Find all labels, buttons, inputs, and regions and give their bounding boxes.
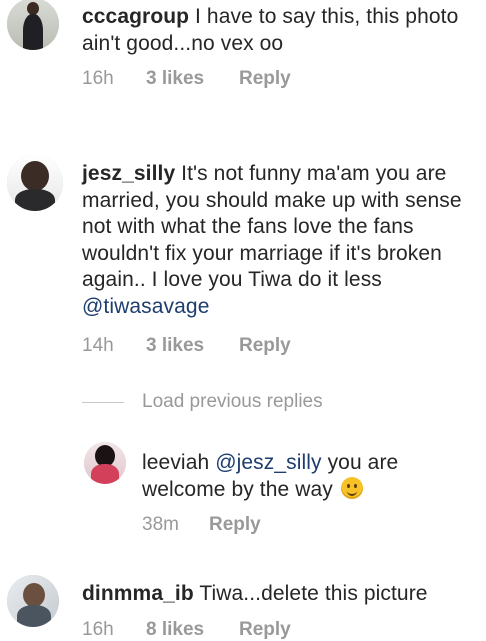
- comment-username[interactable]: cccagroup: [82, 5, 189, 28]
- comment-meta: 14h 3 likes Reply: [82, 335, 291, 357]
- avatar[interactable]: [84, 442, 126, 484]
- slightly-smiling-face-icon: [340, 476, 363, 499]
- reply-button[interactable]: Reply: [239, 68, 291, 90]
- mention-link[interactable]: @jesz_silly: [215, 451, 321, 474]
- likes-count[interactable]: 3 likes: [146, 68, 239, 90]
- likes-count[interactable]: 8 likes: [146, 619, 239, 641]
- mention-link[interactable]: @tiwasavage: [82, 295, 209, 318]
- comment-username[interactable]: dinmma_ib: [82, 582, 194, 605]
- avatar[interactable]: [7, 0, 59, 50]
- reply-button[interactable]: Reply: [209, 514, 261, 536]
- reply-meta: 38m Reply: [142, 514, 261, 536]
- reply-button[interactable]: Reply: [239, 619, 291, 641]
- avatar[interactable]: [7, 575, 59, 627]
- comment-text: jesz_silly It's not funny ma'am you are …: [82, 161, 478, 320]
- reply-text: leeviah @jesz_silly you are welcome by t…: [142, 450, 462, 503]
- load-previous-replies-button[interactable]: Load previous replies: [142, 391, 323, 413]
- comment-body: Tiwa...delete this picture: [199, 582, 428, 605]
- comment-text: dinmma_ib Tiwa...delete this picture: [82, 581, 478, 608]
- comment-meta: 16h 3 likes Reply: [82, 68, 291, 90]
- avatar[interactable]: [7, 155, 63, 211]
- comment-text: cccagroup I have to say this, this photo…: [82, 4, 472, 57]
- load-previous-divider: [82, 402, 124, 403]
- comment-time: 16h: [82, 68, 114, 89]
- comment-time: 16h: [82, 619, 114, 640]
- reply-username[interactable]: leeviah: [142, 451, 209, 474]
- likes-count[interactable]: 3 likes: [146, 335, 239, 357]
- reply-time: 38m: [142, 514, 179, 535]
- comment-username[interactable]: jesz_silly: [82, 162, 175, 185]
- comment-meta: 16h 8 likes Reply: [82, 619, 291, 641]
- reply-button[interactable]: Reply: [239, 335, 291, 357]
- comment-time: 14h: [82, 335, 114, 356]
